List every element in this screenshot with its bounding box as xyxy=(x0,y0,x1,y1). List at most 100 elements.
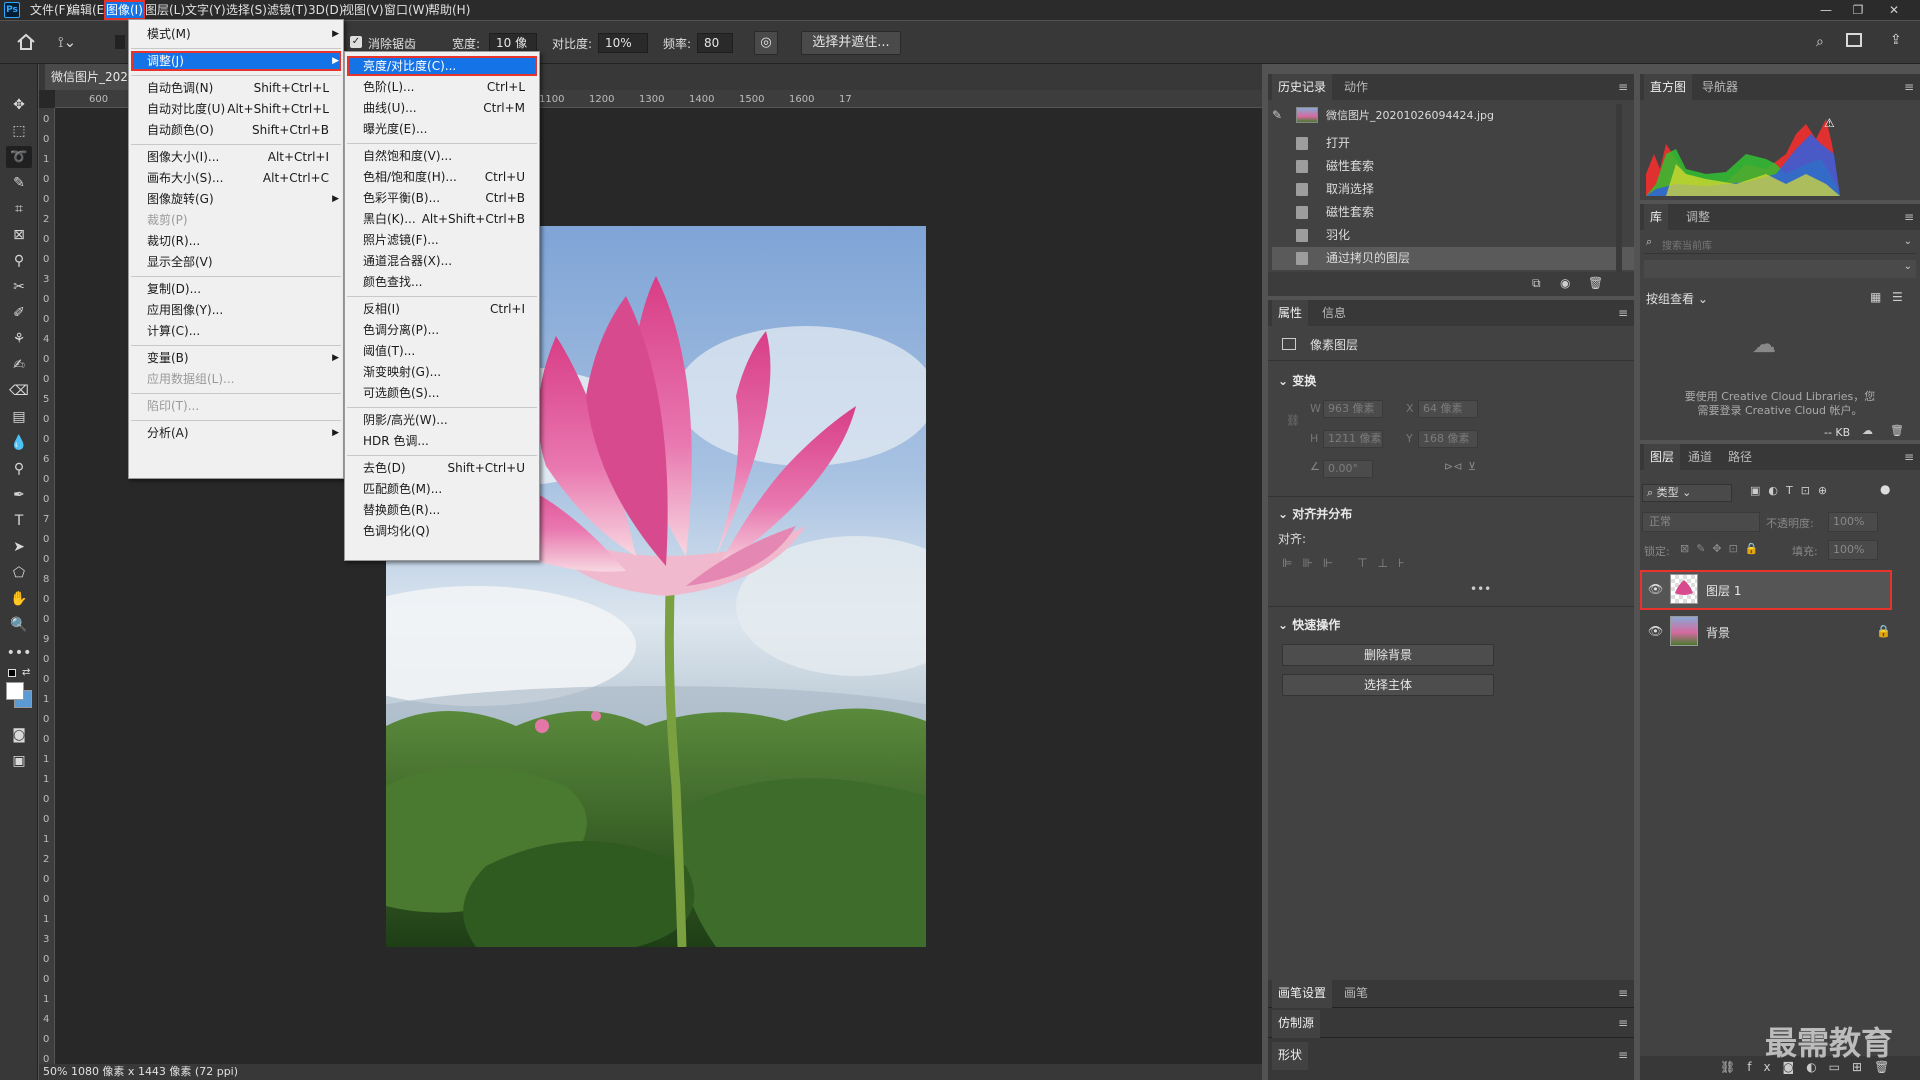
more-options-icon[interactable]: ••• xyxy=(1470,582,1491,596)
menu-item[interactable]: 色彩平衡(B)... Ctrl+B xyxy=(347,188,537,208)
panel-menu-icon[interactable]: ≡ xyxy=(1618,80,1628,94)
quick-actions-heading[interactable]: ⌄ 快速操作 xyxy=(1278,616,1340,633)
document-tab[interactable]: 微信图片_2020 xyxy=(45,64,130,90)
tab-adjustments[interactable]: 调整 xyxy=(1680,204,1716,230)
home-icon[interactable] xyxy=(16,33,36,51)
width-field[interactable]: 10 像素 xyxy=(489,33,537,68)
tab-info[interactable]: 信息 xyxy=(1316,300,1352,326)
menu-item[interactable]: 曝光度(E)... xyxy=(347,119,537,139)
menu-filter[interactable]: 滤镜(T) xyxy=(265,0,310,20)
menu-item[interactable]: 照片滤镜(F)... xyxy=(347,230,537,250)
menu-help[interactable]: 帮助(H) xyxy=(426,0,472,20)
trash-icon[interactable]: 🗑 xyxy=(1890,424,1904,437)
menu-item[interactable]: 去色(D) Shift+Ctrl+U xyxy=(347,458,537,478)
menu-item[interactable]: 颜色查找... xyxy=(347,272,537,292)
visibility-eye-icon[interactable]: 👁 xyxy=(1648,582,1663,596)
transform-heading[interactable]: ⌄ 变换 xyxy=(1278,372,1316,389)
menu-item[interactable]: 画布大小(S)... Alt+Ctrl+C xyxy=(131,168,341,188)
menu-window[interactable]: 窗口(W) xyxy=(382,0,431,20)
clone-stamp-tool-icon[interactable]: ⚘ xyxy=(6,328,32,350)
library-select[interactable]: ⌄ xyxy=(1644,260,1916,278)
layer-row-background[interactable]: 👁 背景 🔒 xyxy=(1640,612,1904,652)
brush-tool-icon[interactable]: ✐ xyxy=(6,302,32,324)
magnetic-lasso-icon[interactable]: ⟟⌄ xyxy=(58,33,86,53)
filter-toggle-icon[interactable]: ● xyxy=(1880,482,1890,496)
frame-tool-icon[interactable]: ⊠ xyxy=(6,224,32,246)
menu-select[interactable]: 选择(S) xyxy=(224,0,269,20)
tab-paths[interactable]: 路径 xyxy=(1722,444,1758,470)
default-colors-icon[interactable] xyxy=(8,669,16,677)
pen-pressure-icon[interactable]: ◎ xyxy=(754,31,778,55)
menu-item[interactable]: 调整(J) ▶ xyxy=(131,51,341,71)
lasso-tool-icon[interactable]: ➰ xyxy=(6,146,32,168)
menu-item[interactable]: 图像大小(I)... Alt+Ctrl+I xyxy=(131,147,341,167)
path-select-tool-icon[interactable]: ➤ xyxy=(6,536,32,558)
marquee-tool-icon[interactable]: ⬚ xyxy=(6,120,32,142)
history-item[interactable]: 羽化 xyxy=(1272,224,1634,247)
panel-menu-icon[interactable]: ≡ xyxy=(1618,986,1628,1000)
menu-item[interactable]: 自动色调(N) Shift+Ctrl+L xyxy=(131,78,341,98)
x-position-field[interactable]: 64 像素 xyxy=(1418,400,1478,418)
menu-item[interactable]: 阈值(T)... xyxy=(347,341,537,361)
layer-row-layer1[interactable]: 👁 图层 1 xyxy=(1640,570,1892,610)
more-tools-icon[interactable]: ••• xyxy=(6,642,32,664)
history-item[interactable]: 取消选择 xyxy=(1272,178,1634,201)
menu-item[interactable]: 模式(M) ▶ xyxy=(131,24,341,44)
search-icon[interactable]: ⌕ xyxy=(1816,34,1824,50)
menu-layer[interactable]: 图层(L) xyxy=(143,0,187,20)
visibility-eye-icon[interactable]: 👁 xyxy=(1648,624,1663,638)
history-item[interactable]: 磁性套索 xyxy=(1272,201,1634,224)
tab-channels[interactable]: 通道 xyxy=(1682,444,1718,470)
panel-menu-icon[interactable]: ≡ xyxy=(1904,450,1914,464)
tab-brush-settings[interactable]: 画笔设置 xyxy=(1272,980,1333,1008)
workspace-icon[interactable] xyxy=(1846,33,1862,47)
list-view-icon[interactable]: ☰ xyxy=(1892,290,1903,304)
tab-layers[interactable]: 图层 xyxy=(1644,444,1681,470)
history-brush-tool-icon[interactable]: ✍ xyxy=(6,354,32,376)
menu-item[interactable]: 匹配颜色(M)... xyxy=(347,479,537,499)
tab-navigator[interactable]: 导航器 xyxy=(1696,74,1744,100)
angle-field[interactable]: 0.00° xyxy=(1323,460,1373,478)
panel-menu-icon[interactable]: ≡ xyxy=(1904,210,1914,224)
type-tool-icon[interactable]: T xyxy=(6,510,32,532)
tab-histogram[interactable]: 直方图 xyxy=(1644,74,1693,100)
quick-mask-icon[interactable]: ◙ xyxy=(6,724,32,746)
panel-menu-icon[interactable]: ≡ xyxy=(1618,1016,1628,1030)
warning-icon[interactable]: ⚠ xyxy=(1824,116,1835,130)
new-document-icon[interactable]: ⧉ xyxy=(1532,276,1541,291)
menu-item[interactable]: 阴影/高光(W)... xyxy=(347,410,537,430)
tab-shapes[interactable]: 形状 xyxy=(1272,1042,1309,1070)
layer-filter-icons[interactable]: ▣◐T⊡⊕ xyxy=(1750,484,1835,497)
tab-libraries[interactable]: 库 xyxy=(1644,204,1669,230)
move-tool-icon[interactable]: ✥ xyxy=(6,94,32,116)
eraser-tool-icon[interactable]: ⌫ xyxy=(6,380,32,402)
menu-item[interactable]: 变量(B) ▶ xyxy=(131,348,341,368)
panel-menu-icon[interactable]: ≡ xyxy=(1618,306,1628,320)
crop-tool-icon[interactable]: ⌗ xyxy=(6,198,32,220)
frequency-field[interactable]: 80 xyxy=(697,33,733,53)
fill-field[interactable]: 100% xyxy=(1828,540,1878,560)
menu-item[interactable]: 图像旋转(G) ▶ xyxy=(131,189,341,209)
foreground-color-swatch[interactable] xyxy=(6,682,24,700)
tab-clone-source[interactable]: 仿制源 xyxy=(1272,1010,1321,1038)
remove-background-button[interactable]: 删除背景 xyxy=(1282,644,1494,666)
lock-icons[interactable]: ⊠✎✥⊡🔒 xyxy=(1680,542,1766,555)
share-icon[interactable]: ⇪ xyxy=(1890,32,1902,48)
menu-item[interactable]: 替换颜色(R)... xyxy=(347,500,537,520)
trash-icon[interactable]: 🗑 xyxy=(1588,276,1603,290)
select-subject-button[interactable]: 选择主体 xyxy=(1282,674,1494,696)
swap-colors-icon[interactable]: ⇄ xyxy=(22,667,30,678)
minimize-button[interactable]: — xyxy=(1812,0,1840,20)
healing-tool-icon[interactable]: ✂ xyxy=(6,276,32,298)
menu-item[interactable]: 反相(I) Ctrl+I xyxy=(347,299,537,319)
quick-select-tool-icon[interactable]: ✎ xyxy=(6,172,32,194)
menu-item[interactable]: 分析(A) ▶ xyxy=(131,423,341,443)
menu-item[interactable]: 应用图像(Y)... xyxy=(131,300,341,320)
menu-item[interactable]: 可选颜色(S)... xyxy=(347,383,537,403)
width-transform-field[interactable]: 963 像素 xyxy=(1323,400,1383,418)
menu-item[interactable]: 色阶(L)... Ctrl+L xyxy=(347,77,537,97)
menu-item[interactable]: 自动对比度(U) Alt+Shift+Ctrl+L xyxy=(131,99,341,119)
menu-view[interactable]: 视图(V) xyxy=(340,0,386,20)
history-snapshot[interactable]: ✎ 微信图片_20201026094424.jpg xyxy=(1272,104,1634,127)
blur-tool-icon[interactable]: 💧 xyxy=(6,432,32,454)
